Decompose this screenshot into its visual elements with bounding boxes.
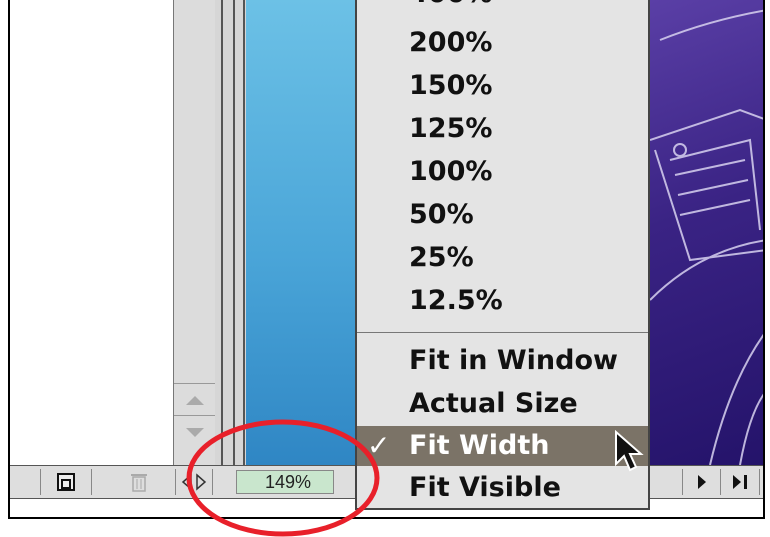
document-canvas-left <box>246 0 356 465</box>
delete-button[interactable] <box>110 469 168 495</box>
menu-item-label: Fit Width <box>409 430 550 461</box>
last-page-icon <box>733 475 747 489</box>
menu-item-fit-in-window[interactable]: Fit in Window <box>357 341 648 381</box>
splitter-line <box>221 0 223 465</box>
mouse-pointer-icon <box>615 430 644 472</box>
zoom-popup-menu: 400% 200% 150% 125% 100% 50% 25% 12.5% F… <box>355 0 650 510</box>
new-page-button[interactable] <box>40 469 92 495</box>
scroll-up-button[interactable] <box>174 383 216 416</box>
menu-item-fit-width[interactable]: ✓ Fit Width <box>357 426 648 466</box>
document-canvas-right <box>650 0 763 465</box>
pane-splitter[interactable] <box>215 0 246 465</box>
document-artwork <box>650 9 763 465</box>
splitter-line <box>233 0 235 465</box>
zoom-level-field[interactable]: 149% <box>236 470 334 494</box>
splitter-line <box>243 0 245 465</box>
last-page-button[interactable] <box>720 469 760 495</box>
menu-item-125[interactable]: 125% <box>357 109 648 149</box>
menu-item-50[interactable]: 50% <box>357 195 648 235</box>
checkmark-icon: ✓ <box>367 429 391 462</box>
horizontal-scroll-button[interactable] <box>175 469 213 495</box>
layers-palette <box>10 0 216 465</box>
arrow-up-icon <box>186 395 204 405</box>
next-page-icon <box>698 475 706 489</box>
trash-icon <box>131 474 147 492</box>
menu-item-25[interactable]: 25% <box>357 238 648 278</box>
next-page-button[interactable] <box>682 469 721 495</box>
menu-item-actual-size[interactable]: Actual Size <box>357 384 648 424</box>
new-page-icon <box>57 473 75 491</box>
horizontal-scroll-icon <box>181 473 207 491</box>
menu-item-200[interactable]: 200% <box>357 23 648 63</box>
arrow-down-icon <box>186 427 204 437</box>
palette-scrollbar[interactable] <box>173 0 216 465</box>
menu-item-100[interactable]: 100% <box>357 152 648 192</box>
scroll-down-button[interactable] <box>174 415 216 448</box>
menu-item-partial[interactable]: 400% <box>357 0 648 14</box>
application-window: 149% 400% 200% 150% 125% 100% 50% 25% 12… <box>8 0 765 519</box>
menu-separator <box>357 332 648 333</box>
menu-item-150[interactable]: 150% <box>357 66 648 106</box>
menu-item-fit-visible[interactable]: Fit Visible <box>357 468 648 508</box>
menu-item-12-5[interactable]: 12.5% <box>357 281 648 321</box>
